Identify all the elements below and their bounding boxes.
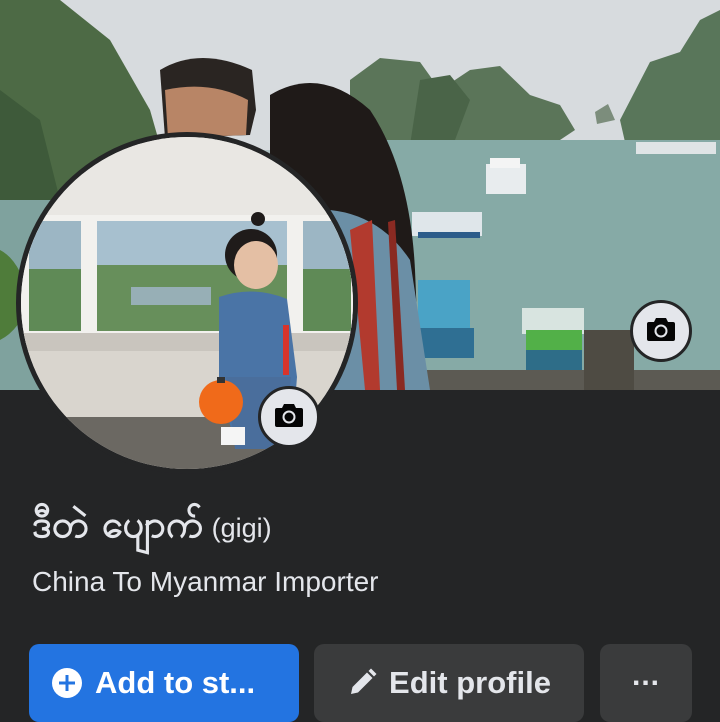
more-options-button[interactable]: ... (600, 644, 692, 722)
add-to-story-label: Add to st... (95, 665, 256, 700)
edit-profile-button[interactable]: Edit profile (314, 644, 584, 722)
profile-name-main: ဒီတဲ ပျောက် (32, 502, 204, 546)
profile-name: ဒီတဲ ပျောက် (gigi) (32, 500, 272, 556)
edit-profile-label: Edit profile (389, 665, 551, 700)
profile-nickname: (gigi) (211, 513, 272, 543)
more-horizontal-icon: ... (631, 659, 660, 692)
cover-photo-camera-button[interactable] (630, 300, 692, 362)
plus-circle-icon (51, 667, 83, 699)
profile-picture-camera-button[interactable] (258, 386, 320, 448)
pencil-icon (347, 668, 377, 698)
profile-bio: China To Myanmar Importer (32, 566, 379, 597)
camera-icon (646, 316, 676, 347)
add-to-story-button[interactable]: Add to st... (29, 644, 299, 722)
camera-icon (274, 402, 304, 433)
